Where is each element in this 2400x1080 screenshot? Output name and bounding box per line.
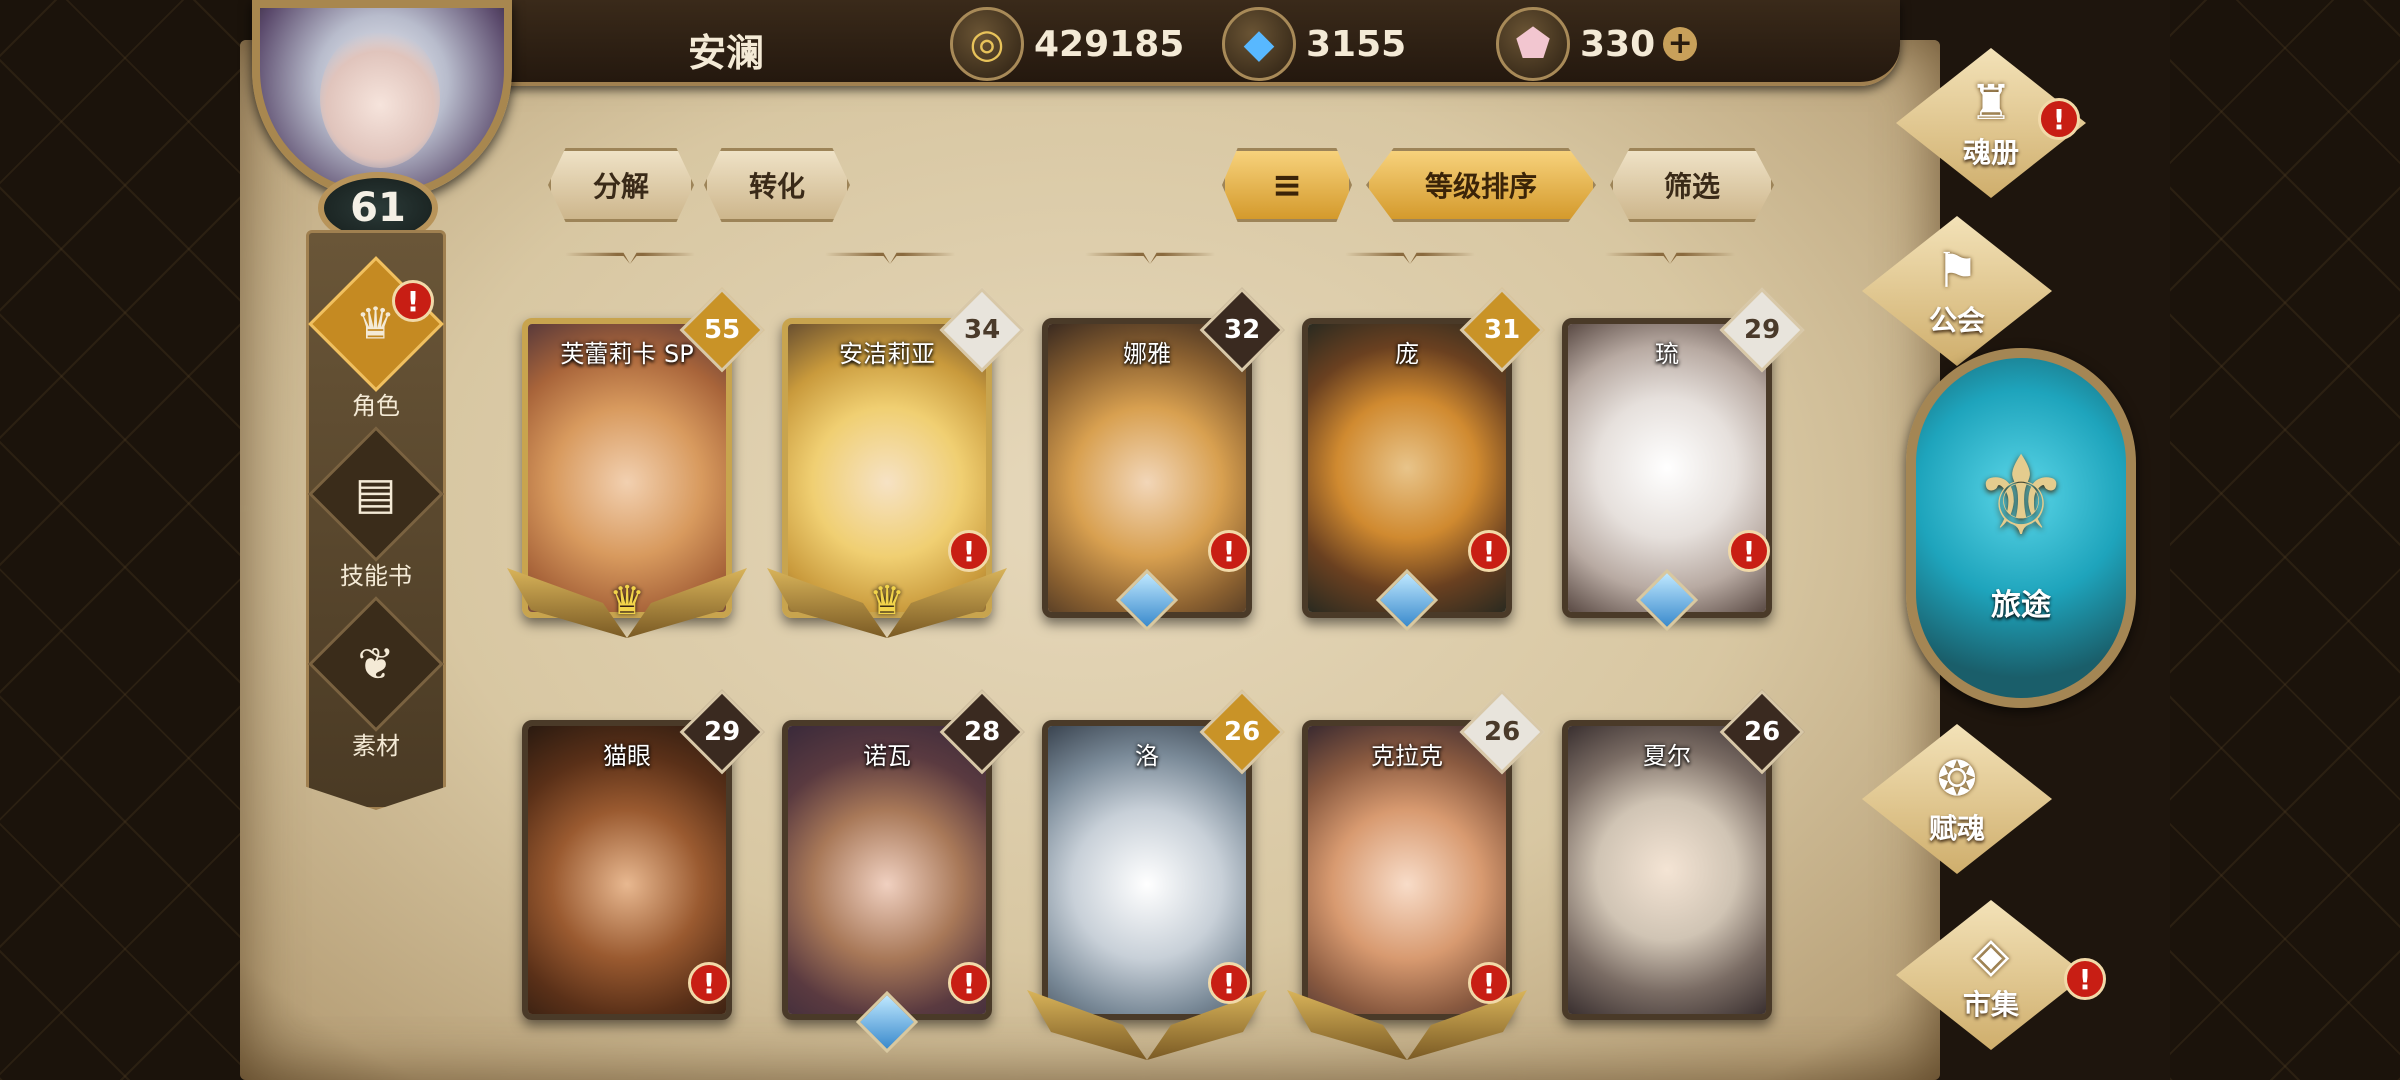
guild-flag-icon: ⚑: [1935, 243, 1979, 299]
crown-icon: ♛: [609, 578, 645, 624]
convert-button[interactable]: 转化: [704, 148, 850, 222]
character-card[interactable]: 夏尔 26: [1562, 689, 1805, 1020]
crystal-value: 3155: [1306, 23, 1407, 65]
material-tab-frame: ❦: [308, 595, 444, 732]
character-level: 26: [1743, 717, 1781, 747]
sort-by-level-button[interactable]: 等级排序: [1366, 148, 1596, 222]
character-card[interactable]: 猫眼 29 !: [522, 689, 765, 1020]
material-icon: ❦: [357, 638, 395, 689]
nav-soul-book-label: 魂册: [1962, 136, 2019, 169]
character-card[interactable]: 庞 31 !: [1302, 287, 1545, 632]
market-gem-icon: ◈: [1972, 927, 2010, 983]
character-level: 55: [703, 315, 741, 345]
market-alert-badge: !: [2064, 958, 2106, 1000]
soul-book-alert-badge: !: [2038, 98, 2080, 140]
character-tab-frame: ♛: [308, 255, 444, 392]
crystal-resource: ◆ 3155: [1222, 7, 1407, 81]
avatar-portrait: [320, 28, 440, 168]
rank-gem: [807, 990, 967, 1060]
character-level: 34: [963, 315, 1001, 345]
character-level: 29: [703, 717, 741, 747]
rank-gem: [1587, 568, 1747, 638]
character-level: 26: [1223, 717, 1261, 747]
gold-coin-icon: ◎: [950, 7, 1024, 81]
card-alert-badge: !: [688, 962, 730, 1004]
nav-endow-soul-label: 赋魂: [1928, 812, 1985, 845]
journey-button[interactable]: ⚜ 旅途: [1906, 348, 2136, 708]
character-card[interactable]: 洛 26 !: [1027, 689, 1285, 1060]
card-alert-badge: !: [948, 962, 990, 1004]
character-level: 28: [963, 717, 1001, 747]
sort-order-button[interactable]: ≡: [1222, 148, 1352, 222]
tab-skill-book[interactable]: ▤ 技能书: [308, 425, 444, 598]
character-level: 26: [1483, 717, 1521, 747]
character-card[interactable]: 芙蕾莉卡 SP 55 ♛: [507, 287, 765, 638]
filter-button[interactable]: 筛选: [1610, 148, 1774, 222]
gold-value: 429185: [1034, 23, 1185, 65]
card-alert-badge: !: [1728, 530, 1770, 572]
card-alert-badge: !: [1468, 530, 1510, 572]
left-border-pattern: [0, 0, 250, 1080]
decompose-button[interactable]: 分解: [548, 148, 694, 222]
crown-icon: ♛: [869, 578, 905, 624]
character-alert-badge: !: [392, 280, 434, 322]
gold-resource: ◎ 429185: [950, 7, 1185, 81]
nav-market-label: 市集: [1962, 988, 2019, 1021]
skill-book-tab-frame: ▤: [308, 425, 444, 562]
gem-icon: [1375, 568, 1439, 632]
rank-gem: [1327, 568, 1487, 638]
card-alert-badge: !: [1468, 962, 1510, 1004]
card-alert-badge: !: [1208, 962, 1250, 1004]
character-card[interactable]: 娜雅 32 !: [1042, 287, 1285, 632]
rank-crown: ♛: [807, 578, 967, 638]
journey-label: 旅途: [1991, 588, 2051, 623]
player-name: 安澜: [688, 31, 765, 75]
gem-icon: [855, 990, 919, 1054]
gem-icon: [1635, 568, 1699, 632]
gem-icon: [1115, 568, 1179, 632]
blue-crystal-icon: ◆: [1222, 7, 1296, 81]
sort-icon: ≡: [1271, 164, 1303, 206]
character-card[interactable]: 诺瓦 28 !: [782, 689, 1025, 1054]
rank-crown: ♛: [547, 578, 707, 638]
card-alert-badge: !: [1208, 530, 1250, 572]
soul-book-icon: ♜: [1969, 75, 2013, 131]
character-card[interactable]: 琉 29 !: [1562, 287, 1805, 632]
card-alert-badge: !: [948, 530, 990, 572]
add-gem-button[interactable]: +: [1663, 27, 1698, 61]
right-border-pattern: [2170, 0, 2400, 1080]
journey-emblem-icon: ⚜: [1971, 432, 2071, 560]
gem-value: 330: [1580, 23, 1656, 65]
endow-soul-icon: ❂: [1936, 751, 1978, 807]
character-level: 31: [1483, 315, 1521, 345]
nav-guild-label: 公会: [1928, 304, 1985, 337]
tab-material[interactable]: ❦ 素材: [308, 595, 444, 768]
character-level: 32: [1223, 315, 1261, 345]
character-level: 29: [1743, 315, 1781, 345]
character-card[interactable]: 安洁莉亚 34 ♛ !: [767, 287, 1025, 638]
skill-book-icon: ▤: [355, 467, 397, 519]
gem-resource: ⬟ 330 +: [1496, 7, 1698, 81]
pink-gem-icon: ⬟: [1496, 7, 1570, 81]
character-icon: ♛: [356, 297, 396, 349]
character-card[interactable]: 克拉克 26 !: [1287, 689, 1545, 1060]
rank-gem: [1067, 568, 1227, 638]
